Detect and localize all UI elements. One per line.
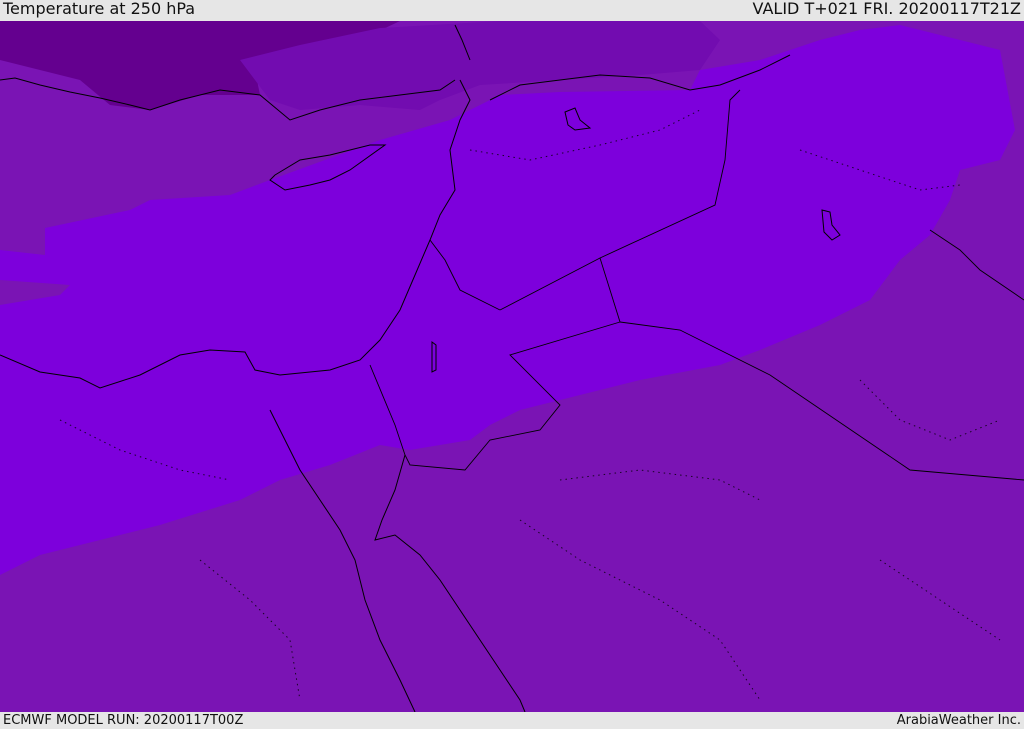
- valid-time: VALID T+021 FRI. 20200117T21Z: [752, 0, 1021, 18]
- weather-map: [0, 21, 1024, 712]
- model-run: ECMWF MODEL RUN: 20200117T00Z: [3, 713, 244, 728]
- header-bar: Temperature at 250 hPa VALID T+021 FRI. …: [0, 0, 1024, 21]
- map-panel[interactable]: [0, 21, 1024, 712]
- credit-label: ArabiaWeather Inc.: [896, 713, 1021, 728]
- map-title: Temperature at 250 hPa: [3, 0, 196, 18]
- footer-bar: ECMWF MODEL RUN: 20200117T00Z ArabiaWeat…: [0, 712, 1024, 729]
